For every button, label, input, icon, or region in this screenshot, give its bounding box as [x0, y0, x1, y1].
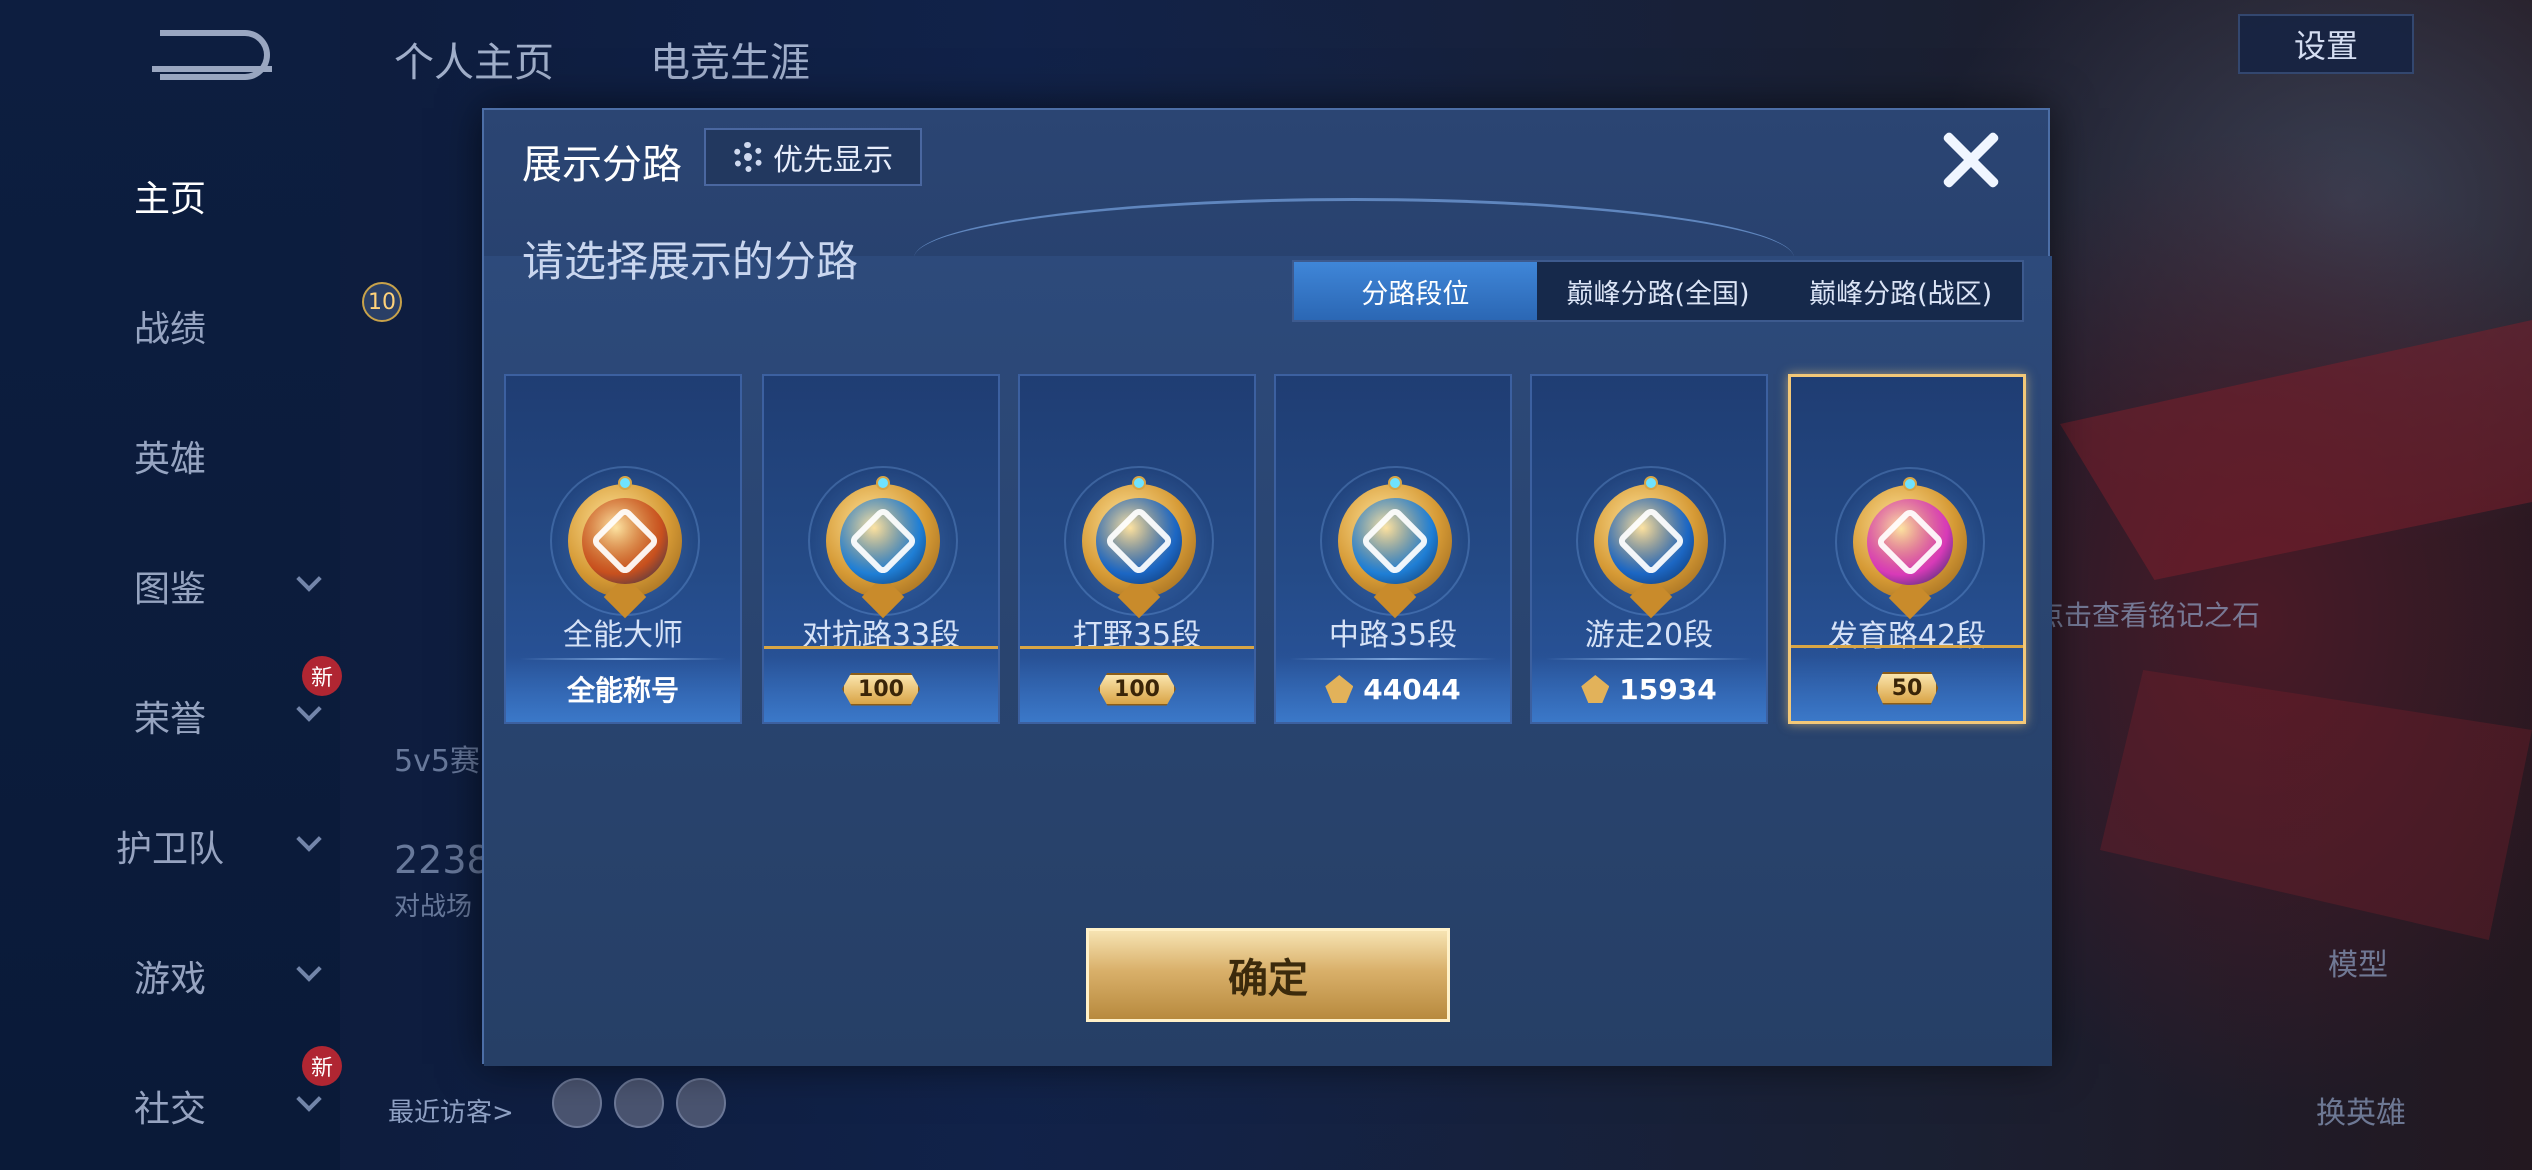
lane-card[interactable]: 发育路42段 50 — [1788, 374, 2026, 724]
power-score-value: 44044 — [1363, 672, 1461, 706]
lane-card-footer: 50 — [1791, 655, 2023, 721]
priority-display-button[interactable]: 优先显示 — [704, 128, 922, 186]
sidebar-item[interactable]: 主页 — [0, 166, 340, 226]
stat-text-partial: 5v5赛 — [394, 744, 480, 779]
change-hero-button[interactable]: 换英雄 — [2316, 1088, 2406, 1132]
sidebar-item-label: 社交 — [133, 1089, 206, 1130]
priority-display-label: 优先显示 — [773, 143, 893, 178]
recent-visitors-link[interactable]: 最近访客> — [388, 1092, 514, 1129]
roam-emblem-icon — [1594, 476, 1708, 619]
lane-card[interactable]: 对抗路33段 100 — [762, 374, 1000, 724]
visitor-avatar[interactable] — [552, 1078, 602, 1128]
lane-card-name: 游走20段 — [1584, 618, 1714, 653]
lane-card[interactable]: 打野35段 100 — [1018, 374, 1256, 724]
number-subtext-partial: 对战场 — [394, 892, 473, 922]
star-count-badge: 50 — [1875, 671, 1939, 705]
lane-type-tabs: 分路段位 巅峰分路(全国) 巅峰分路(战区) — [1292, 260, 2024, 322]
lane-card-footer: 100 — [1020, 656, 1254, 722]
number-text-partial: 2238 — [394, 838, 491, 882]
new-badge: 新 — [302, 1046, 342, 1086]
visitor-avatar[interactable] — [614, 1078, 664, 1128]
confirm-button[interactable]: 确定 — [1086, 928, 1450, 1022]
settings-label: 设置 — [2293, 27, 2358, 65]
stone-hint-partial[interactable]: 点击查看铭记之石 — [2036, 594, 2260, 634]
tab-esports-career[interactable]: 电竞生涯 — [650, 30, 810, 88]
mid-lane-emblem-icon — [1338, 476, 1452, 619]
new-badge: 新 — [302, 656, 342, 696]
sidebar-item[interactable]: 护卫队 — [0, 816, 340, 876]
level-badge: 10 — [362, 282, 402, 322]
star-count-badge: 100 — [842, 672, 920, 706]
settings-button[interactable]: 设置 — [2238, 14, 2414, 74]
lane-card-footer: 44044 — [1276, 656, 1510, 722]
lane-card-name: 中路35段 — [1328, 618, 1458, 653]
lane-card-name: 全能大师 — [563, 618, 683, 653]
sidebar-item[interactable]: 荣誉 — [0, 686, 340, 746]
left-nav: 主页 战绩 英雄 图鉴 荣誉新护卫队 游戏 社交新 — [0, 0, 342, 1170]
dialog-subtitle: 请选择展示的分路 — [522, 237, 859, 286]
all-round-emblem-icon — [568, 476, 682, 619]
sidebar-item-label: 图鉴 — [133, 569, 206, 610]
tab-personal-home[interactable]: 个人主页 — [394, 30, 554, 88]
tab-peak-lane-region[interactable]: 巅峰分路(战区) — [1779, 262, 2022, 320]
dialog-title: 展示分路 — [522, 142, 682, 188]
lane-display-dialog: 展示分路 优先显示 请选择展示的分路 分路段位 巅峰分路(全国) 巅峰分路(战区… — [482, 108, 2052, 1066]
confirm-label: 确定 — [1228, 956, 1308, 1002]
tab-peak-lane-national[interactable]: 巅峰分路(全国) — [1537, 262, 1780, 320]
sidebar-item-label: 英雄 — [133, 439, 206, 480]
lane-card[interactable]: 全能大师 全能称号 — [504, 374, 742, 724]
lane-card[interactable]: 游走20段 15934 — [1530, 374, 1768, 724]
power-score-icon — [1325, 675, 1354, 703]
star-count-badge: 100 — [1098, 672, 1176, 706]
power-score-icon — [1581, 675, 1610, 703]
lane-card-list: 全能大师 全能称号 对抗路33段 100 打野35段 100 中路35段 44044 游走20段… — [504, 374, 2034, 724]
lane-card-footer: 100 — [764, 656, 998, 722]
sidebar-item-label: 游戏 — [133, 959, 206, 1000]
sidebar-item-label: 战绩 — [133, 309, 206, 350]
sidebar-item[interactable]: 游戏 — [0, 946, 340, 1006]
visitor-avatar[interactable] — [676, 1078, 726, 1128]
clash-lane-emblem-icon — [826, 476, 940, 619]
sidebar-item[interactable]: 战绩 — [0, 296, 340, 356]
gear-icon — [733, 142, 763, 172]
sidebar-item[interactable]: 英雄 — [0, 426, 340, 486]
sidebar-item[interactable]: 图鉴 — [0, 556, 340, 616]
title-label: 全能称号 — [566, 674, 679, 707]
back-arrow-icon[interactable] — [152, 30, 272, 80]
close-icon[interactable] — [1938, 128, 2002, 192]
lane-card-footer: 15934 — [1532, 656, 1766, 722]
lane-card[interactable]: 中路35段 44044 — [1274, 374, 1512, 724]
sidebar-item-label: 荣誉 — [133, 699, 206, 740]
power-score-value: 15934 — [1619, 672, 1717, 706]
model-button[interactable]: 模型 — [2328, 940, 2388, 984]
tab-lane-rank[interactable]: 分路段位 — [1294, 262, 1537, 320]
jungle-emblem-icon — [1082, 476, 1196, 619]
sidebar-item-label: 主页 — [133, 179, 206, 220]
lane-card-footer: 全能称号 — [506, 656, 740, 722]
sidebar-item[interactable]: 社交 — [0, 1076, 340, 1136]
sidebar-item-label: 护卫队 — [115, 829, 224, 870]
farm-lane-emblem-icon — [1853, 477, 1967, 620]
